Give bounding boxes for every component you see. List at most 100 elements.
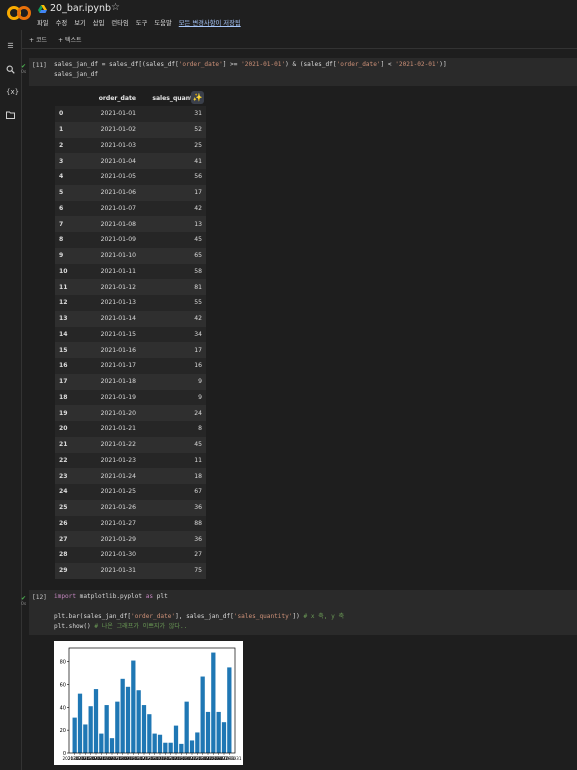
- sales-quantity-cell: 36: [140, 499, 206, 516]
- table-row: 20 2021-01-21 8: [55, 421, 206, 437]
- sales-quantity-cell: 25: [140, 137, 206, 154]
- menu-bar: 파일 수정 보기 삽입 런타임 도구 도움말 모든 변경사항이 저장됨: [37, 18, 248, 27]
- chart-bar: [184, 701, 189, 753]
- order-date-cell: 2021-01-31: [77, 562, 140, 579]
- row-index: 25: [55, 499, 77, 516]
- table-row: 24 2021-01-25 67: [55, 484, 206, 500]
- chart-bar: [83, 724, 88, 753]
- add-code-button[interactable]: + 코드: [29, 35, 47, 44]
- chart-bar: [157, 734, 163, 753]
- chart-bar: [104, 705, 109, 753]
- toc-icon[interactable]: ☰: [6, 42, 15, 51]
- code-cell-1[interactable]: ✔ 0s [11] sales_jan_df = sales_df[(sales…: [21, 58, 577, 86]
- table-row: 5 2021-01-06 17: [55, 184, 206, 201]
- dataframe-output: order_date sales_quantity 0 2021-01-01 31 1…: [55, 90, 206, 579]
- sales-quantity-cell: 17: [140, 342, 206, 358]
- code-line-1: sales_jan_df = sales_df[(sales_df['order…: [54, 61, 447, 68]
- execution-count: [12]: [32, 594, 47, 601]
- chart-bar: [115, 701, 120, 753]
- sales-quantity-cell: 55: [140, 295, 206, 311]
- table-row: 15 2021-01-16 17: [55, 342, 206, 358]
- chart-bar: [205, 711, 211, 753]
- order-date-cell: 2021-01-04: [77, 153, 140, 169]
- magic-wand-icon[interactable]: ✨: [191, 91, 204, 104]
- sales-quantity-cell: 45: [140, 436, 206, 453]
- table-row: 17 2021-01-18 9: [55, 373, 206, 390]
- menu-edit[interactable]: 수정: [56, 18, 68, 27]
- sales-quantity-cell: 16: [140, 358, 206, 374]
- chart-bar: [93, 689, 99, 753]
- sales-quantity-cell: 75: [140, 562, 206, 579]
- code-line-show: plt.show() # 나온 그래프가 이쁘지가 않다..: [54, 623, 188, 630]
- sales-quantity-cell: 27: [140, 547, 206, 563]
- row-index: 14: [55, 326, 77, 343]
- add-text-button[interactable]: + 텍스트: [58, 35, 82, 44]
- order-date-cell: 2021-01-15: [77, 326, 140, 343]
- table-row: 0 2021-01-01 31: [55, 106, 206, 122]
- menu-file[interactable]: 파일: [37, 18, 49, 27]
- row-index: 21: [55, 436, 77, 453]
- y-tick-label: 40: [60, 705, 66, 711]
- order-date-cell: 2021-01-05: [77, 169, 140, 185]
- search-icon[interactable]: [6, 65, 15, 74]
- drive-icon: [38, 4, 47, 13]
- order-date-cell: 2021-01-01: [77, 106, 140, 122]
- chart-bar: [72, 717, 77, 753]
- order-date-cell: 2021-01-27: [77, 515, 140, 532]
- colab-logo[interactable]: [7, 5, 31, 21]
- x-tick-label: 2021-01-31: [217, 756, 242, 761]
- menu-insert[interactable]: 삽입: [93, 18, 105, 27]
- menu-tools[interactable]: 도구: [136, 18, 148, 27]
- row-index: 2: [55, 137, 77, 154]
- notebook-title[interactable]: 20_bar.ipynb: [38, 3, 111, 14]
- sales-quantity-cell: 42: [140, 200, 206, 217]
- table-row: 8 2021-01-09 45: [55, 232, 206, 248]
- sales-quantity-cell: 41: [140, 153, 206, 169]
- notebook-filename[interactable]: 20_bar.ipynb: [50, 3, 111, 14]
- order-date-cell: 2021-01-11: [77, 263, 140, 280]
- folder-icon[interactable]: [6, 111, 15, 120]
- row-index: 16: [55, 358, 77, 374]
- sales-quantity-cell: 65: [140, 247, 206, 264]
- order-date-cell: 2021-01-24: [77, 468, 140, 484]
- chart-bar: [211, 652, 216, 753]
- order-date-cell: 2021-01-16: [77, 342, 140, 358]
- star-icon[interactable]: ☆: [111, 2, 120, 13]
- sales-quantity-cell: 24: [140, 405, 206, 421]
- sales-quantity-cell: 58: [140, 263, 206, 280]
- table-row: 11 2021-01-12 81: [55, 279, 206, 295]
- menu-runtime[interactable]: 런타임: [111, 18, 128, 27]
- row-index: 3: [55, 153, 77, 169]
- insert-toolbar: + 코드 + 텍스트: [21, 32, 577, 49]
- row-index: 1: [55, 121, 77, 138]
- saved-status-link[interactable]: 모든 변경사항이 저장됨: [179, 18, 241, 27]
- table-header-index: [55, 90, 77, 106]
- code-line-import: import matplotlib.pyplot as plt: [54, 593, 168, 600]
- menu-help[interactable]: 도움말: [154, 18, 171, 27]
- table-row: 10 2021-01-11 58: [55, 263, 206, 280]
- order-date-cell: 2021-01-21: [77, 421, 140, 437]
- order-date-cell: 2021-01-19: [77, 389, 140, 406]
- code-snippets-icon[interactable]: {x}: [6, 88, 19, 97]
- run-status-icon[interactable]: ✔: [21, 595, 26, 602]
- chart-bar: [221, 722, 227, 753]
- row-index: 15: [55, 342, 77, 358]
- order-date-cell: 2021-01-30: [77, 547, 140, 563]
- menu-view[interactable]: 보기: [74, 18, 86, 27]
- sales-quantity-cell: 88: [140, 515, 206, 532]
- sales-quantity-cell: 31: [140, 106, 206, 122]
- row-index: 8: [55, 232, 77, 248]
- row-index: 13: [55, 310, 77, 327]
- chart-bar: [136, 690, 141, 753]
- y-tick-label: 60: [60, 683, 66, 689]
- table-row: 28 2021-01-30 27: [55, 547, 206, 563]
- order-date-cell: 2021-01-17: [77, 358, 140, 374]
- chart-bar: [109, 738, 115, 753]
- sales-quantity-cell: 34: [140, 326, 206, 343]
- run-status-icon[interactable]: ✔: [21, 63, 26, 70]
- code-cell-2[interactable]: ✔ 0s [12] import matplotlib.pyplot as pl…: [21, 590, 577, 635]
- left-sidebar: ☰ {x}: [0, 30, 22, 770]
- sales-quantity-cell: 36: [140, 531, 206, 547]
- row-index: 0: [55, 106, 77, 122]
- sales-quantity-cell: 67: [140, 484, 206, 500]
